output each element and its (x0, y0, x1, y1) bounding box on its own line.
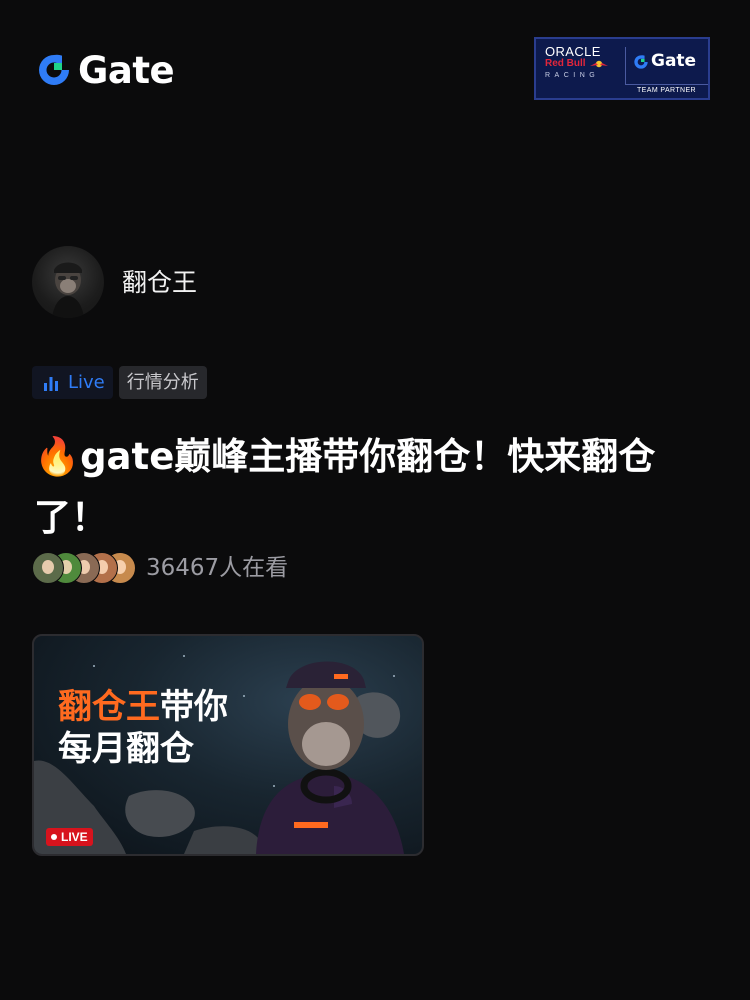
ape-avatar[interactable] (32, 246, 104, 318)
partner-brand: Gate (651, 51, 697, 71)
partner-line2: Red Bull (545, 58, 586, 69)
thumbnail-line1-rest: 带你 (160, 687, 228, 727)
partner-divider (625, 47, 626, 85)
live-tag: Live (32, 366, 113, 399)
thumbnail-line1: 翻仓王带你 (58, 686, 228, 728)
partner-line2-row: Red Bull (545, 58, 621, 70)
bar-chart-icon (44, 376, 58, 391)
live-badge-label: LIVE (61, 830, 88, 844)
logo-wordmark: Gate (78, 48, 175, 92)
gate-logo-icon (634, 54, 648, 69)
partner-gate-logo: Gate (633, 53, 696, 70)
stream-title: 🔥gate巅峰主播带你翻仓！快来翻仓了！ (34, 435, 656, 539)
partner-footer: TEAM PARTNER (625, 84, 708, 98)
viewer-info: 36467人在看 (32, 552, 288, 584)
thumbnail-headline: 翻仓王带你 每月翻仓 (58, 686, 228, 770)
partner-line3: RACING (545, 72, 600, 79)
gate-logo[interactable]: Gate (36, 48, 175, 92)
host-name[interactable]: 翻仓王 (122, 270, 197, 295)
live-dot-icon (51, 834, 57, 840)
viewer-avatars (32, 552, 136, 584)
ape-avatar-art (52, 262, 84, 318)
category-tag[interactable]: 行情分析 (118, 366, 207, 399)
live-tag-label: Live (68, 371, 105, 393)
stream-tags: Live 行情分析 (32, 366, 207, 399)
thumbnail-line2: 每月翻仓 (58, 729, 194, 769)
team-partner-badge: ORACLE Red Bull RACING Gate TEAM PARTNER (534, 37, 710, 100)
partner-line1: ORACLE (545, 44, 601, 59)
bull-icon (589, 60, 608, 68)
racing-team-logo: ORACLE Red Bull RACING (545, 45, 621, 82)
host-profile[interactable]: 翻仓王 (32, 246, 197, 318)
gate-logo-icon (39, 54, 69, 85)
viewer-avatar (32, 552, 64, 584)
live-badge: LIVE (46, 828, 93, 846)
thumbnail-line1-accent: 翻仓王 (58, 687, 160, 727)
stream-thumbnail[interactable]: 翻仓王带你 每月翻仓 LIVE (32, 634, 424, 856)
viewer-count: 36467人在看 (146, 554, 289, 581)
